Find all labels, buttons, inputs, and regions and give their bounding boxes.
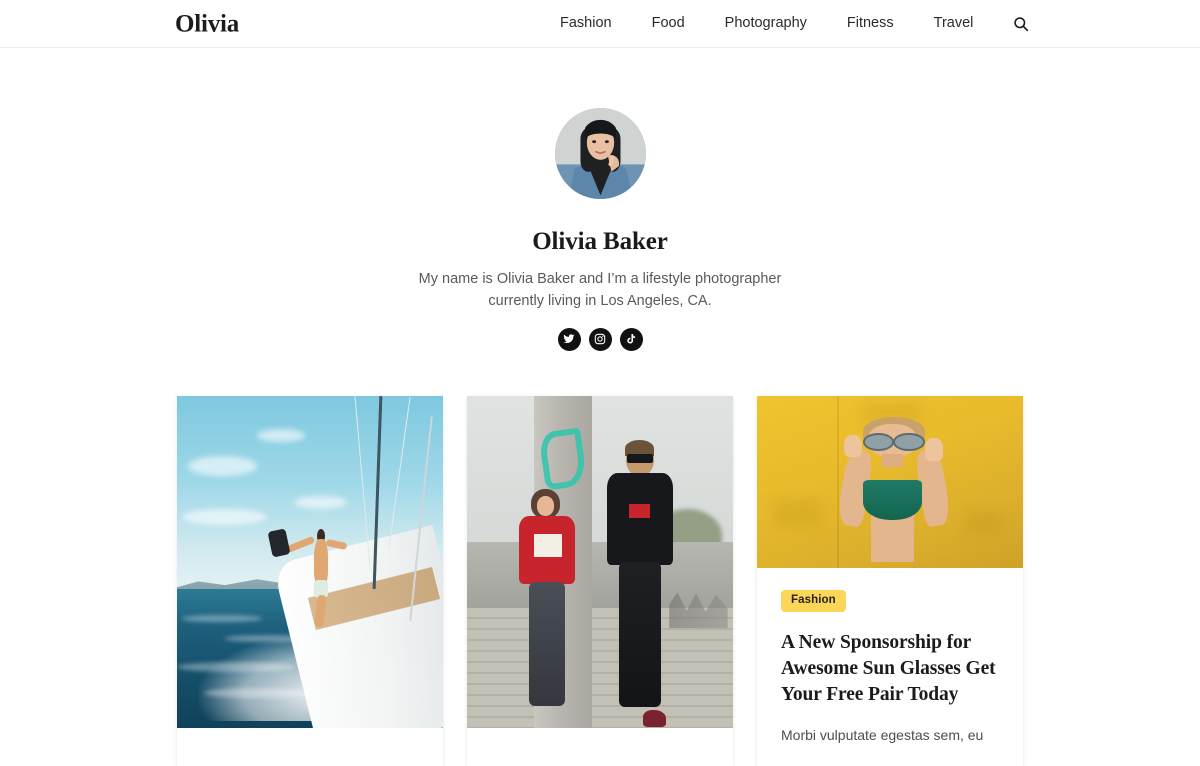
page-title: Olivia Baker [532, 228, 668, 255]
main-navigation: Fashion Food Photography Fitness Travel [540, 14, 1031, 34]
post-image [757, 396, 1023, 568]
site-logo[interactable]: Olivia [175, 11, 239, 36]
search-button[interactable] [1011, 14, 1031, 34]
social-link-tiktok[interactable] [619, 327, 643, 351]
profile-bio-line-1: My name is Olivia Baker and I’m a lifest… [418, 270, 782, 287]
post-grid: Fashion A New Sponsorship for Awesome Su… [177, 396, 1023, 766]
sailboat-photo [177, 396, 443, 728]
post-image [467, 396, 733, 728]
tiktok-icon [627, 334, 636, 344]
yellow-wall-photo [757, 396, 1023, 568]
social-link-instagram[interactable] [588, 327, 612, 351]
post-card[interactable]: Fashion A New Sponsorship for Awesome Su… [757, 396, 1023, 766]
profile-bio-line-2: currently living in Los Angeles, CA. [488, 292, 712, 309]
site-header: Olivia Fashion Food Photography Fitness … [0, 0, 1200, 48]
social-link-twitter[interactable] [557, 327, 581, 351]
social-links [0, 327, 1200, 351]
post-image [177, 396, 443, 728]
author-profile: Olivia Baker My name is Olivia Baker and… [0, 48, 1200, 351]
nav-item-fitness[interactable]: Fitness [827, 16, 914, 31]
search-icon [1014, 16, 1029, 31]
nav-item-travel[interactable]: Travel [914, 16, 994, 31]
instagram-icon [594, 333, 606, 345]
post-body: Fashion A New Sponsorship for Awesome Su… [757, 568, 1023, 766]
post-category-badge[interactable]: Fashion [781, 590, 846, 612]
avatar-image [554, 108, 646, 199]
nav-item-fashion[interactable]: Fashion [540, 16, 632, 31]
post-title[interactable]: A New Sponsorship for Awesome Sun Glasse… [781, 630, 999, 708]
post-card[interactable] [177, 396, 443, 766]
profile-bio: My name is Olivia Baker and I’m a lifest… [400, 268, 800, 312]
post-excerpt: Morbi vulputate egestas sem, eu [781, 726, 984, 743]
post-card[interactable] [467, 396, 733, 766]
avatar [554, 108, 646, 199]
nav-item-photography[interactable]: Photography [705, 16, 827, 31]
twitter-icon [563, 334, 575, 344]
nav-item-food[interactable]: Food [632, 16, 705, 31]
street-style-photo [467, 396, 733, 728]
